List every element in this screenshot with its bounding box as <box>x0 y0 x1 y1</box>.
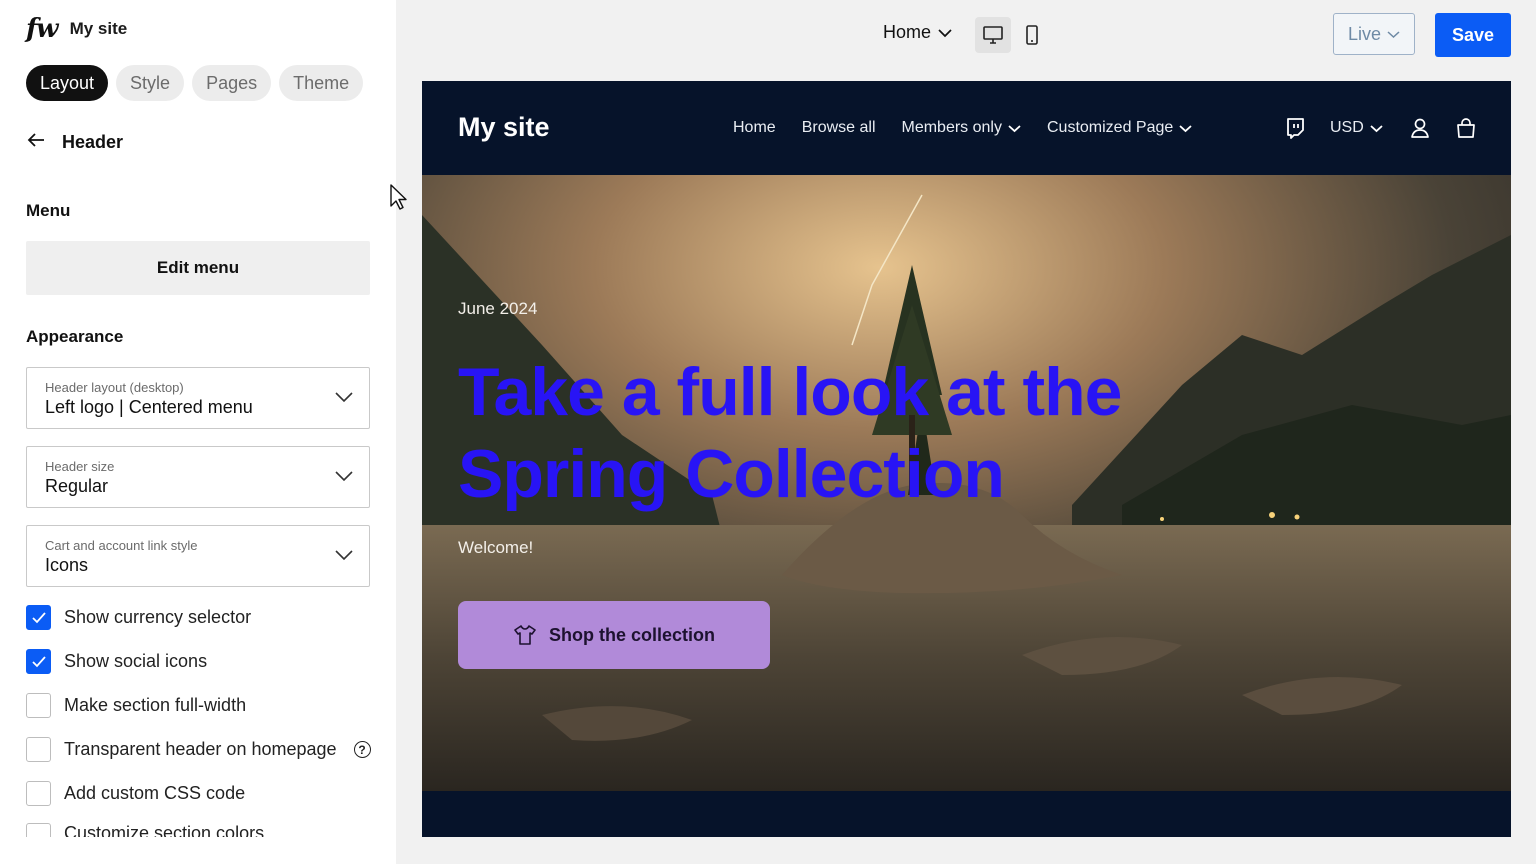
page-selector-value: Home <box>883 22 932 42</box>
select-label: Header size <box>45 459 115 474</box>
back-arrow-icon[interactable] <box>26 130 46 155</box>
save-button[interactable]: Save <box>1435 13 1511 57</box>
mouse-cursor-icon <box>390 184 407 210</box>
checkbox-label: Show social icons <box>64 651 208 671</box>
currency-value: USD <box>1330 119 1364 136</box>
chevron-down-icon <box>1179 124 1192 132</box>
header-size-select[interactable]: Header size Regular <box>26 446 370 508</box>
hero-date: June 2024 <box>458 299 538 318</box>
chevron-down-icon <box>335 471 353 482</box>
shop-collection-button[interactable]: Shop the collection <box>458 601 770 669</box>
mobile-view-button[interactable] <box>1014 17 1050 53</box>
tab-layout[interactable]: Layout <box>26 65 109 101</box>
check-icon <box>31 655 46 667</box>
header-layout-select[interactable]: Header layout (desktop) Left logo | Cent… <box>26 367 370 429</box>
cart-link-style-select[interactable]: Cart and account link style Icons <box>26 525 370 587</box>
site-preview: My site Home Browse all Members only Cus… <box>422 81 1511 837</box>
full-width-row: Make section full-width <box>26 693 246 718</box>
select-label: Header layout (desktop) <box>45 380 184 395</box>
live-dropdown-button[interactable]: Live <box>1333 13 1415 55</box>
cart-bag-icon[interactable] <box>1455 117 1477 139</box>
custom-css-checkbox[interactable] <box>26 781 51 806</box>
section-heading: Header <box>62 132 124 152</box>
cta-label: Shop the collection <box>548 624 715 645</box>
full-width-checkbox[interactable] <box>26 693 51 718</box>
brand: fw My site <box>26 14 127 44</box>
chevron-down-icon <box>335 550 353 561</box>
menu-title: Menu <box>26 201 71 220</box>
select-value: Icons <box>45 555 89 575</box>
transparent-header-checkbox[interactable] <box>26 737 51 762</box>
chevron-down-icon <box>1370 124 1383 132</box>
twitch-icon[interactable] <box>1284 117 1306 139</box>
site-nav: Home Browse all Members only Customized … <box>733 119 1192 137</box>
tab-pages[interactable]: Pages <box>192 65 272 101</box>
show-currency-selector-checkbox[interactable] <box>26 605 51 630</box>
hero-title: Take a full look at the Spring Collectio… <box>458 354 1122 512</box>
select-value: Left logo | Centered menu <box>45 397 253 417</box>
desktop-view-button[interactable] <box>975 17 1011 53</box>
chevron-down-icon <box>1008 124 1021 132</box>
nav-item-browse-all[interactable]: Browse all <box>802 119 876 137</box>
select-label: Cart and account link style <box>45 538 198 553</box>
page-selector[interactable]: Home <box>883 22 953 43</box>
nav-item-home[interactable]: Home <box>733 119 776 137</box>
show-social-icons-checkbox[interactable] <box>26 649 51 674</box>
desktop-icon <box>983 26 1003 44</box>
show-social-icons-row: Show social icons <box>26 649 207 674</box>
show-currency-selector-row: Show currency selector <box>26 605 251 630</box>
brand-logo[interactable]: fw <box>26 14 59 44</box>
header-icons: USD <box>1284 117 1477 139</box>
nav-item-members-only[interactable]: Members only <box>902 119 1021 137</box>
checkbox-label: Make section full-width <box>64 695 247 715</box>
mobile-icon <box>1026 25 1038 45</box>
customize-colors-row: Customize section colors <box>26 823 264 837</box>
section-bottom-strip <box>422 791 1511 837</box>
checkbox-label: Customize section colors <box>64 823 265 837</box>
tab-style[interactable]: Style <box>116 65 185 101</box>
currency-selector[interactable]: USD <box>1330 119 1383 137</box>
account-icon[interactable] <box>1409 117 1431 139</box>
sidebar-tabs: Layout Style Pages Theme <box>26 65 364 101</box>
appearance-title: Appearance <box>26 327 124 346</box>
chevron-down-icon <box>1387 30 1400 38</box>
customize-colors-checkbox[interactable] <box>26 823 51 837</box>
site-logo[interactable]: My site <box>458 112 550 143</box>
check-icon <box>31 611 46 623</box>
live-label: Live <box>1347 23 1382 44</box>
help-icon[interactable]: ? <box>353 741 371 758</box>
chevron-down-icon <box>335 392 353 403</box>
tshirt-icon <box>514 625 536 645</box>
edit-menu-button[interactable]: Edit menu <box>26 241 370 295</box>
checkbox-label: Add custom CSS code <box>64 783 246 803</box>
checkbox-label: Transparent header on homepage <box>64 739 337 759</box>
site-name: My site <box>69 19 128 38</box>
nav-item-customized-page[interactable]: Customized Page <box>1047 119 1192 137</box>
hero-subtitle: Welcome! <box>458 538 534 557</box>
hero-section: June 2024 Take a full look at the Spring… <box>422 175 1511 791</box>
chevron-down-icon <box>938 28 952 37</box>
transparent-header-row: Transparent header on homepage ? <box>26 737 371 762</box>
settings-sidebar: fw My site Layout Style Pages Theme Head… <box>0 0 396 864</box>
select-value: Regular <box>45 476 109 496</box>
checkbox-label: Show currency selector <box>64 607 252 627</box>
custom-css-row: Add custom CSS code <box>26 781 245 806</box>
tab-theme[interactable]: Theme <box>279 65 364 101</box>
site-header: My site Home Browse all Members only Cus… <box>422 81 1511 175</box>
back-row: Header <box>26 130 123 155</box>
